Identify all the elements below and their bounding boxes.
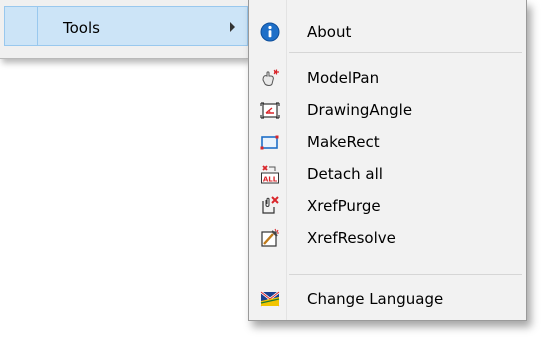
parent-menu: Tools xyxy=(0,0,249,59)
xref-resolve-icon xyxy=(260,228,280,248)
menu-item-about-label: About xyxy=(307,23,352,41)
menu-item-change-language-label: Change Language xyxy=(307,290,444,308)
drawing-angle-icon xyxy=(260,100,280,120)
detach-all-icon-text: ALL xyxy=(263,175,278,183)
menu-item-xrefpurge-label: XrefPurge xyxy=(307,197,381,215)
menu-item-xrefresolve-label: XrefResolve xyxy=(307,229,396,247)
menu-item-about[interactable]: About xyxy=(249,16,526,48)
menu-item-change-language[interactable]: Change Language xyxy=(249,283,526,315)
menu-item-detach-all-label: Detach all xyxy=(307,165,383,183)
submenu-arrow-icon xyxy=(230,22,235,32)
menu-gutter-separator xyxy=(37,7,38,45)
menu-item-makerect-label: MakeRect xyxy=(307,133,380,151)
pan-hand-icon xyxy=(260,68,280,88)
menu-item-modelpan-label: ModelPan xyxy=(307,69,380,87)
menu-item-drawingangle[interactable]: DrawingAngle xyxy=(249,94,526,126)
menu-item-drawingangle-label: DrawingAngle xyxy=(307,101,413,119)
menu-item-makerect[interactable]: MakeRect xyxy=(249,126,526,158)
menu-item-modelpan[interactable]: ModelPan xyxy=(249,62,526,94)
tools-submenu: About ModelPan DrawingAngle MakeRect ALL… xyxy=(248,0,527,321)
menu-separator xyxy=(289,274,522,275)
menu-item-xrefresolve[interactable]: XrefResolve xyxy=(249,222,526,254)
menu-item-detach-all[interactable]: ALL Detach all xyxy=(249,158,526,190)
rectangle-icon xyxy=(260,132,280,152)
info-icon xyxy=(260,22,280,42)
detach-all-icon: ALL xyxy=(260,164,280,184)
menu-item-tools[interactable]: Tools xyxy=(4,6,248,46)
flag-icon xyxy=(260,289,280,309)
menu-item-xrefpurge[interactable]: XrefPurge xyxy=(249,190,526,222)
menu-separator xyxy=(289,52,522,53)
xref-purge-icon xyxy=(260,196,280,216)
menu-item-tools-label: Tools xyxy=(63,19,100,37)
